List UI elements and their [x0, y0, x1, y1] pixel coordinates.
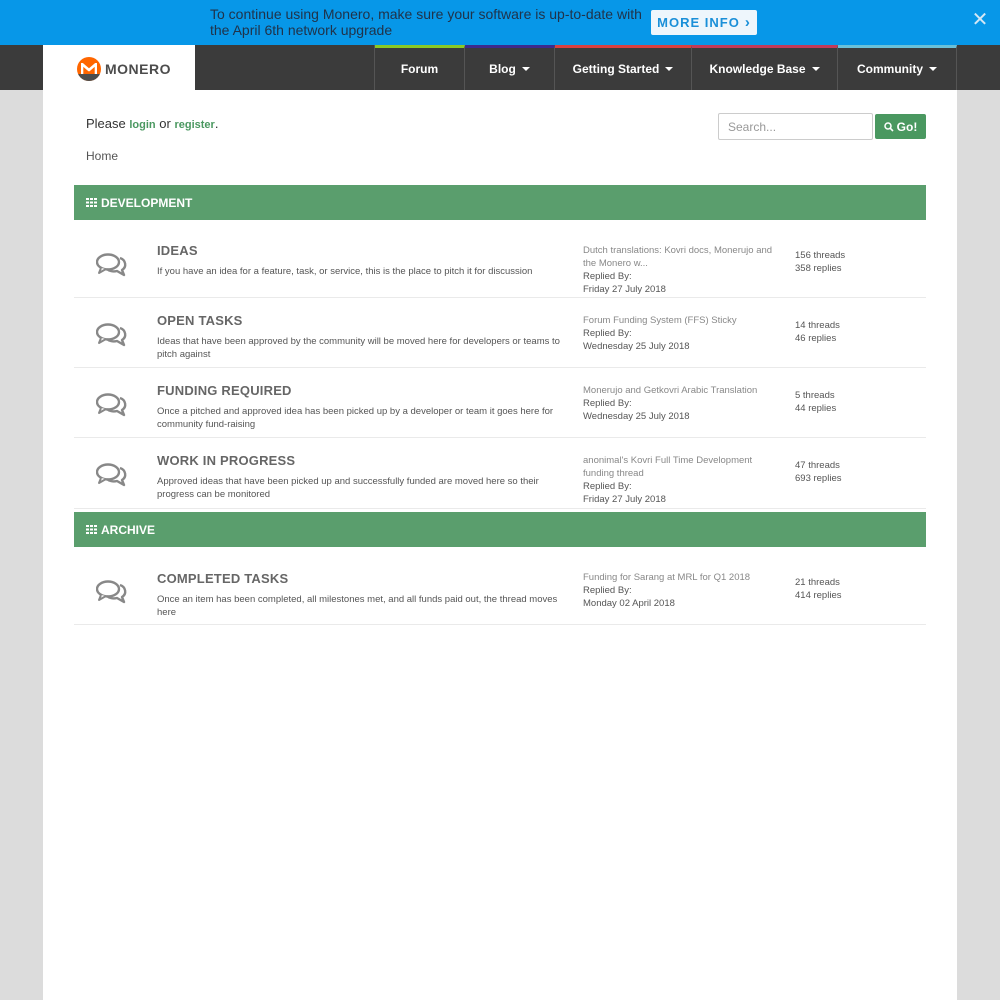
reply-count: 358 replies	[795, 263, 842, 274]
reply-count: 44 replies	[795, 403, 837, 414]
forum-title[interactable]: FUNDING REQUIRED	[157, 383, 292, 398]
forum-description: If you have an idea for a feature, task,…	[157, 266, 533, 277]
nav-community[interactable]: Community	[838, 45, 957, 90]
last-post-thread[interactable]: Forum Funding System (FFS) Sticky	[583, 314, 778, 327]
last-post-date: Wednesday 25 July 2018	[583, 341, 690, 352]
more-info-button[interactable]: MORE INFO ›	[651, 10, 757, 35]
replied-by-label: Replied By:	[583, 271, 632, 282]
forum-title[interactable]: COMPLETED TASKS	[157, 571, 288, 586]
thread-count: 14 threads	[795, 320, 840, 331]
forum-description: Once a pitched and approved idea has bee…	[157, 406, 554, 430]
forum-stats: 5 threads 44 replies	[795, 389, 836, 415]
forum-stats: 47 threads 693 replies	[795, 459, 841, 485]
last-post-thread[interactable]: anonimal's Kovri Full Time Development f…	[583, 454, 778, 480]
forum-stats: 14 threads 46 replies	[795, 319, 840, 345]
category-header-development: DEVELOPMENT	[74, 185, 926, 220]
forum-description: Ideas that have been approved by the com…	[157, 336, 560, 360]
reply-count: 414 replies	[795, 590, 842, 601]
search-icon	[883, 121, 894, 132]
forum-description: Once an item has been completed, all mil…	[157, 594, 558, 618]
category-title: DEVELOPMENT	[101, 195, 193, 210]
go-label: Go!	[896, 119, 918, 134]
chevron-right-icon: ›	[744, 14, 751, 31]
search-input[interactable]	[718, 113, 873, 140]
replied-by-label: Replied By:	[583, 328, 632, 339]
nav-blog[interactable]: Blog	[465, 45, 555, 90]
last-post-date: Friday 27 July 2018	[583, 494, 666, 505]
caret-down-icon	[521, 67, 530, 71]
forum-row: OPEN TASKS Ideas that have been approved…	[74, 298, 926, 368]
last-post-date: Wednesday 25 July 2018	[583, 411, 690, 422]
close-icon[interactable]: ✕	[970, 10, 990, 30]
last-post: Dutch translations: Kovri docs, Monerujo…	[583, 244, 778, 296]
forum-row: FUNDING REQUIRED Once a pitched and appr…	[74, 368, 926, 438]
grid-icon	[86, 198, 97, 207]
forum-row: WORK IN PROGRESS Approved ideas that hav…	[74, 438, 926, 509]
banner-message: To continue using Monero, make sure your…	[210, 6, 642, 38]
comments-icon	[96, 253, 127, 277]
search-go-button[interactable]: Go!	[875, 114, 926, 139]
forum-description: Approved ideas that have been picked up …	[157, 476, 539, 500]
last-post-date: Friday 27 July 2018	[583, 284, 666, 295]
last-post: Funding for Sarang at MRL for Q1 2018 Re…	[583, 571, 778, 610]
nav-getting-started[interactable]: Getting Started	[555, 45, 692, 90]
main-nav: Forum Blog Getting Started Knowledge Bas…	[374, 45, 957, 90]
category-title: ARCHIVE	[101, 522, 156, 537]
reply-count: 46 replies	[795, 333, 837, 344]
replied-by-label: Replied By:	[583, 481, 632, 492]
forum-title[interactable]: WORK IN PROGRESS	[157, 453, 295, 468]
monero-logo[interactable]: MONERO	[43, 45, 195, 93]
comments-icon	[96, 393, 127, 417]
forum-title[interactable]: IDEAS	[157, 243, 198, 258]
breadcrumb[interactable]: Home	[86, 149, 118, 163]
forum-row: IDEAS If you have an idea for a feature,…	[74, 228, 926, 298]
last-post: anonimal's Kovri Full Time Development f…	[583, 454, 778, 506]
last-post-thread[interactable]: Dutch translations: Kovri docs, Monerujo…	[583, 244, 778, 270]
last-post: Monerujo and Getkovri Arabic Translation…	[583, 384, 778, 423]
upgrade-banner: To continue using Monero, make sure your…	[0, 0, 1000, 45]
nav-forum[interactable]: Forum	[375, 45, 465, 90]
last-post-thread[interactable]: Funding for Sarang at MRL for Q1 2018	[583, 571, 778, 584]
replied-by-label: Replied By:	[583, 398, 632, 409]
thread-count: 47 threads	[795, 460, 840, 471]
register-link[interactable]: register	[174, 119, 214, 131]
last-post-thread[interactable]: Monerujo and Getkovri Arabic Translation	[583, 384, 778, 397]
grid-icon	[86, 525, 97, 534]
caret-down-icon	[929, 67, 937, 71]
caret-down-icon	[811, 67, 820, 71]
forum-title[interactable]: OPEN TASKS	[157, 313, 243, 328]
thread-count: 156 threads	[795, 250, 846, 261]
monero-logo-icon	[77, 57, 101, 81]
login-link[interactable]: login	[129, 119, 155, 131]
category-header-archive: ARCHIVE	[74, 512, 926, 547]
forum-stats: 156 threads 358 replies	[795, 249, 845, 275]
logo-wordmark: MONERO	[105, 61, 171, 77]
login-prompt: Please login or register.	[86, 116, 219, 131]
thread-count: 21 threads	[795, 577, 840, 588]
replied-by-label: Replied By:	[583, 585, 632, 596]
comments-icon	[96, 463, 127, 487]
last-post-date: Monday 02 April 2018	[583, 598, 675, 609]
reply-count: 693 replies	[795, 473, 842, 484]
comments-icon	[96, 323, 127, 347]
last-post: Forum Funding System (FFS) Sticky Replie…	[583, 314, 778, 353]
more-info-label: MORE INFO	[657, 15, 740, 30]
forum-stats: 21 threads 414 replies	[795, 576, 841, 602]
nav-knowledge-base[interactable]: Knowledge Base	[692, 45, 838, 90]
caret-down-icon	[665, 67, 674, 71]
comments-icon	[96, 580, 127, 604]
forum-row: COMPLETED TASKS Once an item has been co…	[74, 555, 926, 625]
thread-count: 5 threads	[795, 390, 835, 401]
